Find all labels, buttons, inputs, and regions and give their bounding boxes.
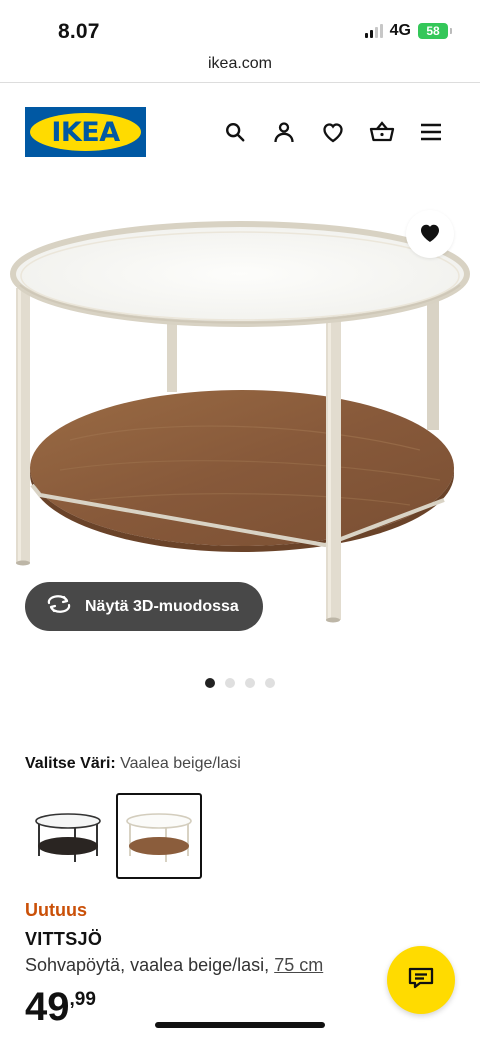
size-link[interactable]: 75 cm — [274, 955, 323, 975]
heart-icon[interactable] — [320, 119, 346, 145]
network-type: 4G — [389, 22, 411, 39]
page-dot[interactable] — [265, 678, 275, 688]
view-3d-button[interactable]: Näytä 3D-muodossa — [25, 582, 263, 631]
description-text: Sohvapöytä, vaalea beige/lasi, — [25, 955, 270, 975]
divider — [0, 82, 480, 83]
logo-oval: IKEA — [30, 113, 141, 151]
basket-icon[interactable] — [369, 119, 395, 145]
color-label: Valitse Väri: — [25, 755, 116, 772]
price: 49 ,99 — [25, 984, 96, 1030]
ikea-logo[interactable]: IKEA — [25, 107, 146, 157]
selected-color: Vaalea beige/lasi — [120, 755, 241, 772]
color-variants — [25, 793, 202, 879]
status-indicators: 4G 58 — [364, 22, 452, 40]
account-icon[interactable] — [271, 119, 297, 145]
status-time: 8.07 — [58, 20, 100, 43]
url-bar[interactable]: ikea.com — [0, 55, 480, 73]
heart-filled-icon — [418, 221, 442, 248]
header-actions — [222, 119, 444, 145]
page-dot[interactable] — [205, 678, 215, 688]
search-icon[interactable] — [222, 119, 248, 145]
rotate-3d-icon — [45, 594, 73, 619]
variant-black-brown[interactable] — [25, 793, 111, 879]
favorite-button[interactable] — [406, 210, 454, 258]
color-selector-label: Valitse Väri: Vaalea beige/lasi — [25, 755, 241, 773]
signal-icon — [364, 24, 383, 38]
new-badge: Uutuus — [25, 900, 87, 920]
status-bar: 8.07 4G 58 — [0, 0, 480, 52]
chat-button[interactable] — [387, 946, 455, 1014]
home-indicator — [155, 1022, 325, 1028]
logo-text: IKEA — [51, 116, 120, 148]
chat-icon — [408, 966, 434, 995]
product-description: Sohvapöytä, vaalea beige/lasi, 75 cm — [25, 955, 323, 976]
product-name: VITTSJÖ — [25, 929, 103, 949]
price-decimal: ,99 — [69, 989, 96, 1010]
menu-icon[interactable] — [418, 119, 444, 145]
page-dot[interactable] — [225, 678, 235, 688]
gallery-pagination — [205, 678, 275, 688]
variant-light-beige[interactable] — [116, 793, 202, 879]
site-header: IKEA — [0, 105, 480, 159]
page-dot[interactable] — [245, 678, 255, 688]
battery-icon: 58 — [418, 23, 452, 39]
price-integer: 49 — [25, 985, 70, 1029]
view-3d-label: Näytä 3D-muodossa — [85, 597, 239, 615]
